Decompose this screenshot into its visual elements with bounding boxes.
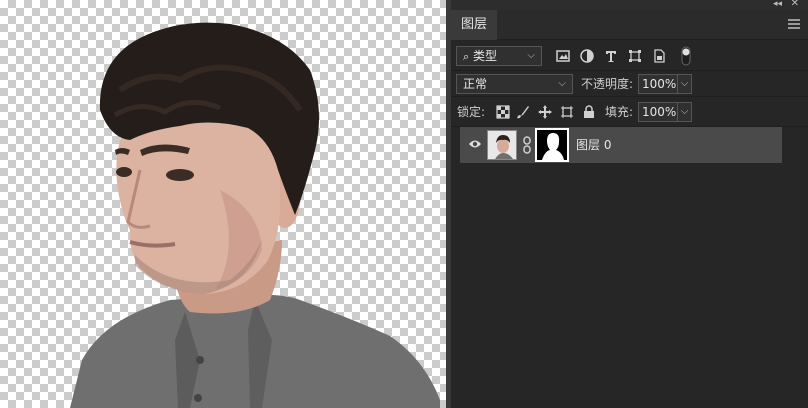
layer-filter-row: ⌕ 类型 ⌵ bbox=[451, 41, 808, 71]
image-filter-icon[interactable] bbox=[555, 48, 571, 64]
lock-label: 锁定: bbox=[457, 105, 486, 119]
document-canvas[interactable] bbox=[0, 0, 446, 408]
fill-label: 填充: bbox=[605, 105, 634, 119]
lock-fill-row: 锁定: 填充: 100% ⌵ bbox=[451, 97, 808, 127]
opacity-dropdown-button[interactable]: ⌵ bbox=[677, 74, 692, 94]
filter-kind-value: 类型 bbox=[473, 49, 498, 63]
lock-transparent-pixels-icon[interactable] bbox=[495, 104, 511, 120]
panel-header-strip: ◂◂ ✕ bbox=[451, 0, 808, 10]
filter-toggle-switch[interactable] bbox=[681, 46, 691, 66]
adjustment-filter-icon[interactable] bbox=[579, 48, 595, 64]
eye-icon[interactable] bbox=[468, 139, 482, 149]
fill-input[interactable]: 100% bbox=[638, 102, 678, 122]
layer-thumbnail[interactable] bbox=[487, 130, 517, 160]
panel-tabbar: 图层 bbox=[451, 10, 808, 40]
chevron-down-icon: ⌵ bbox=[527, 50, 535, 61]
tab-layers[interactable]: 图层 bbox=[451, 10, 497, 40]
smart-object-filter-icon[interactable] bbox=[651, 48, 667, 64]
layers-panel: ◂◂ ✕ 图层 ⌕ 类型 ⌵ 正常 ⌵ 不透明度: 100% ⌵ 锁定: 填充:… bbox=[451, 0, 808, 408]
panel-menu-icon[interactable] bbox=[788, 19, 800, 29]
blend-opacity-row: 正常 ⌵ 不透明度: 100% ⌵ bbox=[451, 71, 808, 97]
opacity-label: 不透明度: bbox=[581, 77, 634, 91]
lock-image-pixels-icon[interactable] bbox=[515, 104, 531, 120]
lock-all-icon[interactable] bbox=[581, 104, 597, 120]
fill-dropdown-button[interactable]: ⌵ bbox=[677, 102, 692, 122]
close-icon[interactable]: ✕ bbox=[791, 0, 799, 9]
portrait-image bbox=[70, 22, 440, 408]
collapse-panel-icon[interactable]: ◂◂ bbox=[773, 0, 782, 9]
type-filter-icon[interactable] bbox=[603, 48, 619, 64]
chevron-down-icon: ⌵ bbox=[558, 78, 566, 89]
lock-position-icon[interactable] bbox=[537, 104, 553, 120]
lock-artboard-icon[interactable] bbox=[559, 104, 575, 120]
filter-kind-select[interactable]: ⌕ 类型 ⌵ bbox=[456, 46, 542, 66]
blend-mode-select[interactable]: 正常 ⌵ bbox=[456, 74, 573, 94]
link-icon[interactable] bbox=[522, 136, 532, 154]
layer-row[interactable]: 图层 0 bbox=[460, 127, 782, 163]
layer-mask-thumbnail[interactable] bbox=[535, 128, 569, 162]
opacity-input[interactable]: 100% bbox=[638, 74, 678, 94]
blend-mode-value: 正常 bbox=[463, 77, 488, 91]
shape-filter-icon[interactable] bbox=[627, 48, 643, 64]
layer-name[interactable]: 图层 0 bbox=[576, 127, 611, 163]
search-icon: ⌕ bbox=[463, 50, 470, 63]
